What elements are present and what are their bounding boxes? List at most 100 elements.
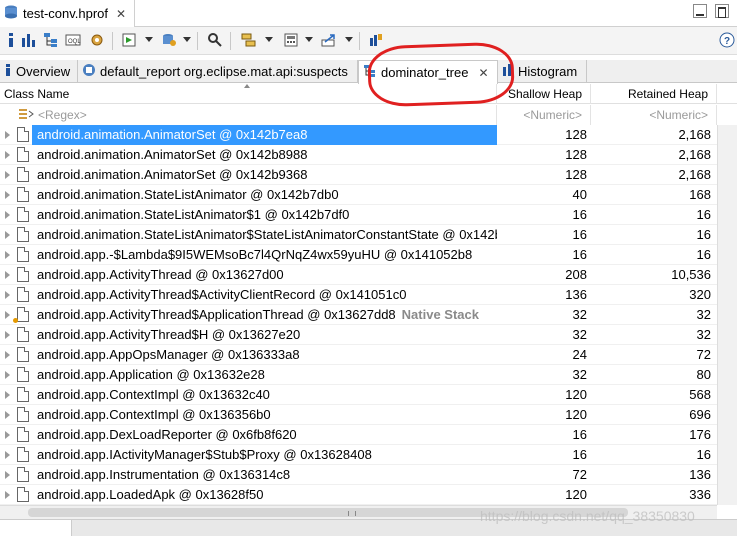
class-name-cell: android.app.ActivityThread @ 0x13627d00: [32, 265, 497, 285]
object-name: android.animation.StateListAnimator$Stat…: [37, 227, 497, 242]
calculator-icon[interactable]: [282, 31, 300, 49]
table-row[interactable]: android.animation.AnimatorSet @ 0x142b7e…: [0, 125, 717, 145]
run-report-icon[interactable]: [120, 31, 138, 49]
expand-icon[interactable]: [5, 311, 10, 319]
shallow-heap-cell: 128: [565, 147, 587, 162]
shallow-heap-filter[interactable]: <Numeric>: [497, 105, 591, 125]
query-browser-icon[interactable]: [160, 31, 178, 49]
class-name-cell: android.animation.AnimatorSet @ 0x142b93…: [32, 165, 497, 185]
table-row[interactable]: android.app.Instrumentation @ 0x136314c8…: [0, 465, 717, 485]
shallow-heap-cell: 32: [572, 307, 587, 322]
expand-icon[interactable]: [5, 351, 10, 359]
retained-heap-cell: 696: [689, 407, 711, 422]
table-row[interactable]: android.animation.AnimatorSet @ 0x142b93…: [0, 165, 717, 185]
table-row[interactable]: android.app.ContextImpl @ 0x136356b0 120 6…: [0, 405, 717, 425]
tab-label: default_report org.eclipse.mat.api:suspe…: [100, 64, 348, 79]
retained-heap-filter[interactable]: <Numeric>: [591, 105, 717, 125]
table-row[interactable]: android.app.DexLoadReporter @ 0x6fb8f620…: [0, 425, 717, 445]
expand-icon[interactable]: [5, 391, 10, 399]
object-icon: [17, 347, 29, 362]
expand-icon[interactable]: [5, 471, 10, 479]
table-row[interactable]: android.app.ActivityThread$H @ 0x13627e2…: [0, 325, 717, 345]
retained-heap-cell: 568: [689, 387, 711, 402]
object-name: android.app.ActivityThread$ApplicationTh…: [37, 307, 396, 322]
class-name-filter[interactable]: <Regex>: [0, 105, 497, 125]
expand-icon[interactable]: [5, 231, 10, 239]
expand-icon[interactable]: [5, 331, 10, 339]
column-header-retained-heap[interactable]: Retained Heap: [591, 84, 717, 104]
table-row[interactable]: android.animation.StateListAnimator @ 0x…: [0, 185, 717, 205]
expand-icon[interactable]: [5, 491, 10, 499]
expand-icon[interactable]: [5, 151, 10, 159]
table-row[interactable]: android.app.ActivityThread @ 0x13627d00 2…: [0, 265, 717, 285]
table-row[interactable]: android.animation.StateListAnimator$Stat…: [0, 225, 717, 245]
shallow-heap-cell: 16: [572, 447, 587, 462]
close-icon[interactable]: ✕: [116, 7, 126, 21]
expand-icon[interactable]: [5, 211, 10, 219]
table-row[interactable]: android.app.ContextImpl @ 0x13632c40 120 5…: [0, 385, 717, 405]
leak-report-icon[interactable]: [367, 31, 385, 49]
vertical-scrollbar[interactable]: [717, 125, 737, 505]
maximize-button[interactable]: [715, 4, 729, 18]
chevron-down-icon[interactable]: [265, 37, 273, 42]
object-name: android.app.Application @ 0x13632e28: [37, 367, 265, 382]
chevron-down-icon[interactable]: [145, 37, 153, 42]
table-row[interactable]: android.app.LoadedApk @ 0x13628f50 120 336: [0, 485, 717, 505]
table-row[interactable]: android.app.IActivityManager$Stub$Proxy …: [0, 445, 717, 465]
object-name: android.animation.AnimatorSet @ 0x142b89…: [37, 147, 308, 162]
shallow-heap-cell: 16: [572, 207, 587, 222]
chevron-down-icon[interactable]: [183, 37, 191, 42]
object-icon: [17, 447, 29, 462]
bottom-tab[interactable]: [0, 520, 72, 536]
expand-icon[interactable]: [5, 451, 10, 459]
class-name-cell: android.app.-$Lambda$9I5WEMsoBc7l4QrNqZ4…: [32, 245, 497, 265]
expand-icon[interactable]: [5, 371, 10, 379]
expand-icon[interactable]: [5, 431, 10, 439]
tab-label: Histogram: [518, 64, 578, 79]
info-icon[interactable]: [2, 31, 20, 49]
object-name: android.animation.AnimatorSet @ 0x142b7e…: [37, 127, 308, 142]
expand-icon[interactable]: [5, 191, 10, 199]
expand-icon[interactable]: [5, 411, 10, 419]
shallow-heap-cell: 32: [572, 327, 587, 342]
object-name: android.app.LoadedApk @ 0x13628f50: [37, 487, 264, 502]
expand-icon[interactable]: [5, 291, 10, 299]
object-name: android.app.ActivityThread @ 0x13627d00: [37, 267, 284, 282]
object-name: android.app.Instrumentation @ 0x136314c8: [37, 467, 291, 482]
class-name-cell: android.animation.StateListAnimator$1 @ …: [32, 205, 497, 225]
help-icon[interactable]: ?: [718, 31, 736, 49]
table-row[interactable]: android.app.-$Lambda$9I5WEMsoBc7l4QrNqZ4…: [0, 245, 717, 265]
table-row[interactable]: android.app.ActivityThread$ApplicationTh…: [0, 305, 717, 325]
gear-icon[interactable]: [88, 31, 106, 49]
expand-icon[interactable]: [5, 131, 10, 139]
expand-icon[interactable]: [5, 171, 10, 179]
table-row[interactable]: android.animation.AnimatorSet @ 0x142b89…: [0, 145, 717, 165]
tab-overview[interactable]: Overview: [0, 60, 78, 83]
class-name-cell: android.app.Application @ 0x13632e28: [32, 365, 497, 385]
table-row[interactable]: android.app.ActivityThread$ActivityClien…: [0, 285, 717, 305]
retained-heap-cell: 32: [696, 307, 711, 322]
table-row[interactable]: android.animation.StateListAnimator$1 @ …: [0, 205, 717, 225]
minimize-button[interactable]: [693, 4, 707, 18]
histogram-icon[interactable]: [20, 31, 38, 49]
retained-heap-cell: 16: [696, 247, 711, 262]
export-icon[interactable]: [320, 31, 338, 49]
tab-default-report[interactable]: default_report org.eclipse.mat.api:suspe…: [78, 60, 358, 83]
group-by-icon[interactable]: [240, 31, 258, 49]
retained-heap-cell: 16: [696, 227, 711, 242]
heap-dump-icon: [4, 4, 18, 23]
table-row[interactable]: android.app.AppOpsManager @ 0x136333a8 24…: [0, 345, 717, 365]
table-row[interactable]: android.app.Application @ 0x13632e28 32 80: [0, 365, 717, 385]
retained-heap-cell: 320: [689, 287, 711, 302]
object-icon: [17, 247, 29, 262]
search-icon[interactable]: [206, 31, 224, 49]
chevron-down-icon[interactable]: [305, 37, 313, 42]
chevron-down-icon[interactable]: [345, 37, 353, 42]
class-name-cell: android.app.IActivityManager$Stub$Proxy …: [32, 445, 497, 465]
editor-tab-hprof[interactable]: test-conv.hprof ✕: [0, 0, 135, 27]
oql-icon[interactable]: OQL: [64, 31, 82, 49]
expand-icon[interactable]: [5, 271, 10, 279]
dominator-tree-icon[interactable]: [42, 31, 60, 49]
expand-icon[interactable]: [5, 251, 10, 259]
object-icon: [17, 427, 29, 442]
